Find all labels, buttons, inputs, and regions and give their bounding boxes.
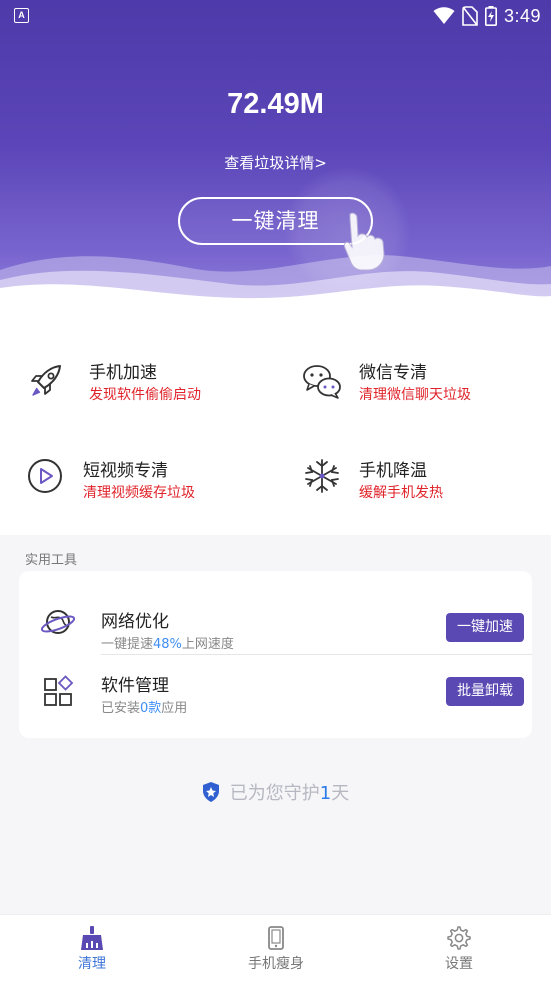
- phone-icon: [268, 926, 284, 950]
- protection-status: 已为您守护1天: [0, 778, 551, 806]
- nav-clean[interactable]: 清理: [32, 915, 152, 981]
- header-banner: 72.49M 查看垃圾详情> 一键清理: [0, 0, 551, 320]
- apps-grid-icon: [44, 675, 74, 706]
- batch-uninstall-button[interactable]: 批量卸载: [446, 677, 524, 706]
- wave-decoration: [0, 255, 551, 320]
- nav-label: 设置: [445, 956, 473, 972]
- tools-card: 网络优化 一键提速48%上网速度 一键加速 软件管理 已安装0款应用 批量卸载: [19, 571, 532, 738]
- gear-icon: [447, 926, 471, 950]
- tools-section-title: 实用工具: [25, 553, 78, 568]
- rocket-icon: [31, 365, 61, 396]
- feature-subtitle: 清理视频缓存垃圾: [83, 485, 195, 501]
- feature-phone-boost[interactable]: 手机加速 发现软件偷偷启动: [25, 358, 265, 418]
- protection-days: 1: [319, 783, 332, 804]
- nav-phone-slim[interactable]: 手机瘦身: [216, 915, 336, 981]
- wifi-icon: [433, 7, 455, 24]
- tool-network-optimize[interactable]: 网络优化 一键提速48%上网速度 一键加速: [19, 581, 532, 656]
- feature-title: 手机加速: [89, 363, 157, 383]
- tool-title: 网络优化: [101, 612, 169, 632]
- feature-wechat-clean[interactable]: 微信专清 清理微信聊天垃圾: [300, 358, 530, 418]
- feature-title: 短视频专清: [83, 461, 168, 481]
- app-notification-icon: A: [14, 8, 29, 23]
- status-bar: A 3:49: [0, 0, 551, 32]
- shield-icon: [202, 782, 219, 802]
- feature-grid: 手机加速 发现软件偷偷启动 微信专清 清理微信聊天垃圾 短视频专清 清理视频缓存…: [0, 320, 551, 535]
- feature-subtitle: 清理微信聊天垃圾: [359, 387, 471, 403]
- feature-subtitle: 发现软件偷偷启动: [89, 387, 201, 403]
- installed-count: 0款: [140, 701, 162, 716]
- feature-title: 手机降温: [359, 461, 427, 481]
- junk-size: 72.49M: [227, 88, 324, 120]
- feature-subtitle: 缓解手机发热: [359, 485, 443, 501]
- play-circle-icon: [28, 459, 62, 493]
- wechat-icon: [303, 365, 341, 399]
- tool-subtitle: 已安装0款应用: [101, 701, 188, 716]
- tool-software-manage[interactable]: 软件管理 已安装0款应用 批量卸载: [19, 655, 532, 730]
- speed-percent: 48%: [153, 637, 182, 652]
- tool-title: 软件管理: [101, 676, 169, 696]
- one-click-speedup-button[interactable]: 一键加速: [446, 613, 524, 642]
- nav-settings[interactable]: 设置: [399, 915, 519, 981]
- tool-subtitle: 一键提速48%上网速度: [101, 637, 234, 652]
- battery-charging-icon: [484, 6, 497, 26]
- feature-short-video-clean[interactable]: 短视频专清 清理视频缓存垃圾: [25, 456, 265, 516]
- junk-detail-link[interactable]: 查看垃圾详情>: [0, 152, 551, 173]
- broom-icon: [81, 926, 103, 950]
- snowflake-icon: [305, 459, 339, 493]
- bottom-navigation: 清理 手机瘦身 设置: [0, 914, 551, 981]
- feature-phone-cooling[interactable]: 手机降温 缓解手机发热: [300, 456, 530, 516]
- nav-label: 手机瘦身: [248, 956, 304, 972]
- nav-label: 清理: [78, 956, 106, 972]
- feature-title: 微信专清: [359, 363, 427, 383]
- clock: 3:49: [503, 5, 541, 26]
- no-sim-icon: [462, 6, 478, 26]
- protection-days-text: 已为您守护1天: [229, 783, 350, 804]
- planet-icon: [40, 610, 76, 634]
- pointing-hand-icon: [343, 212, 385, 271]
